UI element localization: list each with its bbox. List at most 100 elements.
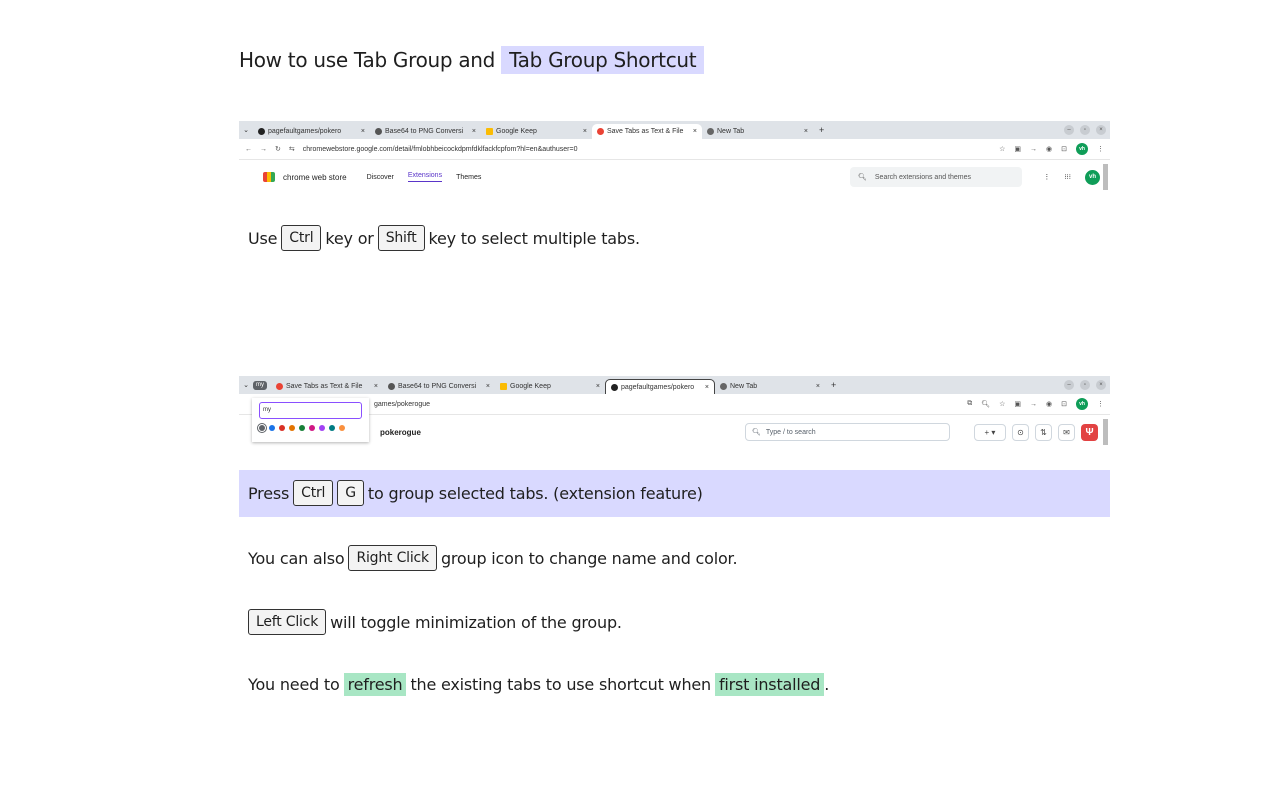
key-ctrl: Ctrl bbox=[293, 480, 334, 506]
create-plus-icon: + ▾ bbox=[974, 423, 1006, 441]
avatar: vh bbox=[1076, 143, 1088, 155]
key-right-click: Right Click bbox=[348, 545, 437, 571]
new-tab-plus-icon: + bbox=[831, 380, 837, 390]
heading-text: How to use Tab Group and bbox=[239, 48, 496, 72]
close-icon: × bbox=[582, 128, 587, 135]
text: Use bbox=[248, 228, 278, 248]
store-name: chrome web store bbox=[283, 172, 347, 182]
text: . bbox=[824, 675, 830, 694]
app-logo-icon: Ψ bbox=[1081, 423, 1098, 441]
tab-strip: ⌄ my Save Tabs as Text & File × Base64 to… bbox=[239, 376, 1110, 394]
close-icon: × bbox=[360, 128, 365, 135]
tab-4-active: Save Tabs as Text & File × bbox=[592, 124, 702, 139]
close-icon: × bbox=[704, 383, 709, 391]
tab-1: pagefaultgames/pokero × bbox=[253, 124, 370, 139]
media-icon: ◉ bbox=[1046, 401, 1053, 408]
text: will toggle minimization of the group. bbox=[330, 612, 622, 632]
highlight-first-installed: first installed bbox=[714, 673, 825, 696]
tab-label: pagefaultgames/pokero bbox=[268, 128, 342, 135]
chrome-web-store-logo-icon bbox=[263, 172, 275, 182]
tab-label: Base64 to PNG Conversi bbox=[385, 128, 464, 135]
search-icon: 🔍︎ bbox=[858, 174, 867, 181]
text: group icon to change name and color. bbox=[440, 548, 738, 568]
zoom-icon: 🔍︎ bbox=[981, 401, 991, 408]
media-icon: ◉ bbox=[1046, 146, 1053, 153]
heading-highlight: Tab Group Shortcut bbox=[501, 46, 705, 74]
browser-screenshot-2: ⌄ my Save Tabs as Text & File × Base64 to… bbox=[239, 376, 1110, 448]
github-search: 🔍︎ Type / to search bbox=[745, 423, 950, 441]
globe-icon bbox=[375, 128, 382, 135]
github-icon bbox=[258, 128, 265, 135]
reload-icon: ↻ bbox=[275, 146, 281, 153]
issues-icon: ⊙ bbox=[1012, 423, 1029, 441]
apps-grid-icon: ⁝⁝⁝ bbox=[1064, 174, 1071, 181]
tab-3: Google Keep × bbox=[495, 379, 605, 394]
store-header: chrome web store Discover Extensions The… bbox=[239, 160, 1110, 194]
text: You can also bbox=[248, 548, 345, 568]
address-bar: games/pokerogue ⧉ 🔍︎ ☆ ▣ → ◉ ⊡ vh ⋮ bbox=[239, 394, 1110, 415]
close-icon: × bbox=[485, 383, 490, 390]
search-placeholder: Search extensions and themes bbox=[874, 173, 972, 181]
pull-requests-icon: ⇅ bbox=[1035, 423, 1052, 441]
tab-2: Base64 to PNG Conversi × bbox=[370, 124, 481, 139]
tab-label: Google Keep bbox=[510, 383, 551, 390]
instruction-left-click: Left Click will toggle minimization of t… bbox=[244, 609, 622, 635]
browser-screenshot-1: ⌄ pagefaultgames/pokero × Base64 to PNG C… bbox=[239, 121, 1110, 194]
close-icon: × bbox=[373, 383, 378, 390]
maximize-icon: ▫ bbox=[1080, 125, 1090, 135]
color-purple bbox=[319, 425, 325, 431]
close-icon: × bbox=[471, 128, 476, 135]
key-g: G bbox=[337, 480, 364, 506]
url-text: games/pokerogue bbox=[374, 400, 431, 408]
tab-3: Google Keep × bbox=[481, 124, 592, 139]
color-green bbox=[299, 425, 305, 431]
tab-label: Google Keep bbox=[496, 128, 537, 135]
color-picker bbox=[257, 423, 362, 433]
address-bar: ← → ↻ ⇆ chromewebstore.google.com/detail… bbox=[239, 139, 1110, 160]
more-icon: ⋮ bbox=[1097, 401, 1104, 408]
tab-group-label: my bbox=[253, 380, 267, 390]
tab-label: Base64 to PNG Conversi bbox=[398, 383, 477, 390]
inbox-icon: ✉ bbox=[1058, 423, 1075, 441]
instruction-refresh: You need to refresh the existing tabs to… bbox=[248, 673, 829, 696]
tab-2: Base64 to PNG Conversi × bbox=[383, 379, 495, 394]
chrome-icon bbox=[707, 128, 714, 135]
nav-themes: Themes bbox=[456, 173, 482, 181]
globe-icon bbox=[388, 383, 395, 390]
repo-name: pokerogue bbox=[380, 427, 421, 437]
close-icon: × bbox=[815, 383, 820, 390]
tab-search-chevron-icon: ⌄ bbox=[243, 382, 249, 389]
tab-4-active: pagefaultgames/pokero × bbox=[605, 379, 715, 394]
site-info-icon: ⇆ bbox=[288, 146, 295, 153]
window-close-icon: × bbox=[1096, 125, 1106, 135]
minimize-icon: – bbox=[1064, 125, 1074, 135]
window-controls: – ▫ × bbox=[1064, 125, 1106, 135]
color-pink bbox=[309, 425, 315, 431]
more-icon: ⋮ bbox=[1097, 146, 1104, 153]
extension-toolbar-icon: ▣ bbox=[1014, 401, 1022, 408]
close-icon: × bbox=[803, 128, 808, 135]
avatar: vh bbox=[1085, 169, 1100, 185]
window-controls: – ▫ × bbox=[1064, 380, 1106, 390]
tab-strip: ⌄ pagefaultgames/pokero × Base64 to PNG C… bbox=[239, 121, 1110, 139]
instruction-right-click: You can also Right Click group icon to c… bbox=[248, 545, 738, 571]
scrollbar bbox=[1103, 164, 1108, 190]
search-hint: Type / to search bbox=[765, 428, 816, 436]
keep-icon bbox=[500, 383, 507, 390]
avatar: vh bbox=[1076, 398, 1088, 410]
color-cyan bbox=[329, 425, 335, 431]
group-name-input: my bbox=[259, 402, 362, 419]
search-icon: 🔍︎ bbox=[752, 429, 761, 436]
key-ctrl: Ctrl bbox=[281, 225, 322, 251]
key-left-click: Left Click bbox=[248, 609, 327, 635]
instruction-select-tabs: Use Ctrl key or Shift key to select mult… bbox=[248, 225, 640, 251]
nav-discover: Discover bbox=[366, 173, 394, 181]
text: You need to bbox=[248, 675, 340, 694]
instruction-group-tabs: Press Ctrl G to group selected tabs. (ex… bbox=[248, 480, 703, 506]
group-edit-popup: my bbox=[252, 398, 369, 442]
url-text: chromewebstore.google.com/detail/fmlobhb… bbox=[302, 145, 578, 153]
page-heading: How to use Tab Group and Tab Group Short… bbox=[239, 46, 705, 74]
color-blue bbox=[269, 425, 275, 431]
arrow-icon: → bbox=[1030, 145, 1038, 153]
install-icon: ⧉ bbox=[967, 400, 973, 407]
